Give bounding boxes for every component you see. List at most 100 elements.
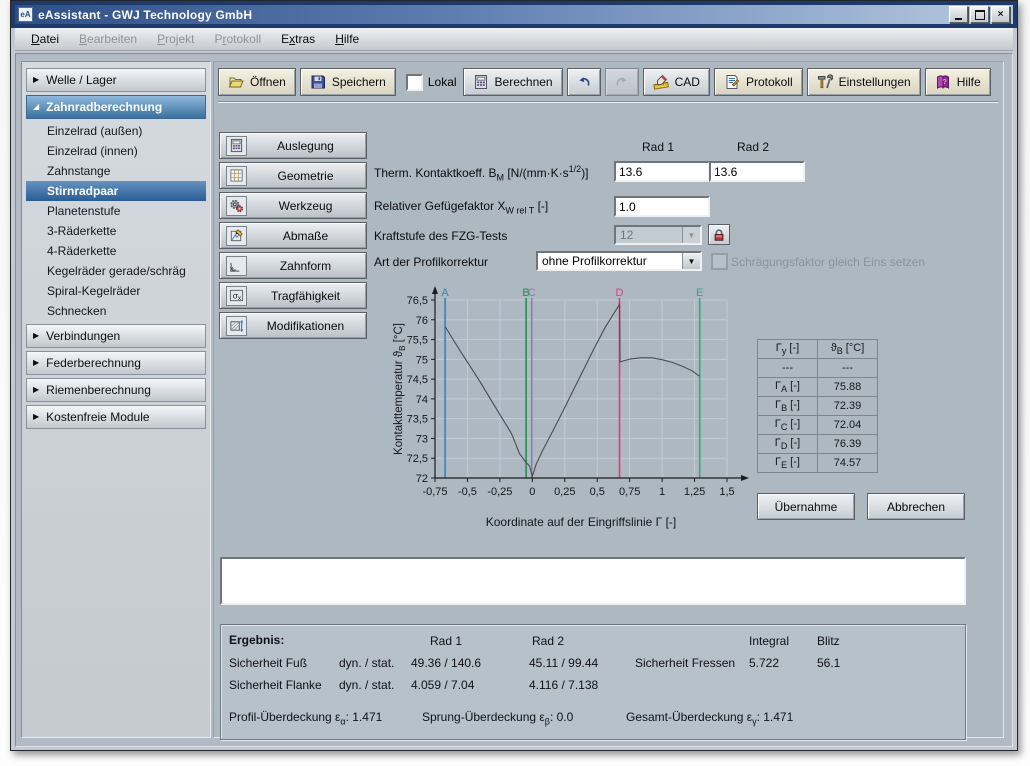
svg-text:?: ?: [942, 79, 946, 86]
tolerances-pencil-icon: [230, 229, 243, 242]
toolbar-checkbox-lokal[interactable]: Lokal: [405, 73, 457, 91]
section-button-werkzeug[interactable]: Werkzeug: [219, 192, 367, 219]
sidebar-item-schnecken[interactable]: Schnecken: [26, 301, 206, 321]
svg-text:74,5: 74,5: [407, 374, 428, 386]
sidebar-item-spiral-kegelräder[interactable]: Spiral-Kegelräder: [26, 281, 206, 301]
toolbar-button-undo[interactable]: [566, 68, 601, 96]
gamma-table-placeholder-row: --- ---: [757, 358, 878, 378]
menu-datei[interactable]: Datei: [21, 30, 69, 48]
checkbox-icon[interactable]: [405, 73, 423, 91]
sidebar-item-einzelrad-innen[interactable]: Einzelrad (innen): [26, 141, 206, 161]
sidebar-item-kegelräder-gerade-schräg[interactable]: Kegelräder gerade/schräg: [26, 261, 206, 281]
sidebar-item-4-räderkette[interactable]: 4-Räderkette: [26, 241, 206, 261]
toolbar-button-berechnen[interactable]: Berechnen: [462, 68, 563, 96]
sidebar-item-label: Stirnradpaar: [47, 184, 119, 198]
close-button[interactable]: ×: [991, 6, 1010, 23]
svg-text:75,5: 75,5: [407, 335, 428, 347]
section-button-geometrie[interactable]: Geometrie: [219, 162, 367, 189]
sidebar-category-label: Kostenfreie Module: [46, 410, 150, 424]
open-folder-icon: [228, 77, 244, 88]
svg-text:72,5: 72,5: [407, 453, 428, 465]
results-header-rad1: Rad 1: [430, 634, 463, 648]
sidebar-item-label: Einzelrad (außen): [47, 124, 143, 138]
toolbar-button-protokoll[interactable]: Protokoll: [713, 68, 803, 96]
menu-extras[interactable]: Extras: [271, 30, 325, 48]
sidebar-category-riemenberechnung[interactable]: ▶ Riemenberechnung: [26, 378, 206, 402]
apply-button[interactable]: Übernahme: [757, 493, 855, 520]
minimize-button[interactable]: [949, 6, 968, 23]
toolbar: Öffnen Speichern Lokal Berechnen CAD Protokol…: [218, 67, 995, 97]
structural-factor-input[interactable]: [614, 196, 710, 217]
sidebar-category-label: Welle / Lager: [46, 73, 117, 87]
thermal-contact-rad2-input[interactable]: [709, 161, 805, 182]
results-title: Ergebnis:: [229, 633, 285, 647]
sidebar-navigation: ▶ Welle / Lager ◢ Zahnradberechnung Einzelra…: [21, 61, 211, 738]
sidebar-item-stirnradpaar[interactable]: Stirnradpaar: [26, 181, 206, 201]
toolbar-button-öffnen[interactable]: Öffnen: [218, 68, 296, 96]
dropdown-arrow-icon: ▼: [682, 227, 700, 243]
sidebar-item-label: 3-Räderkette: [47, 224, 117, 238]
svg-text:1,5: 1,5: [719, 486, 734, 498]
menu-bar: Datei Bearbeiten Projekt Protokoll Extras Hil…: [15, 28, 1013, 51]
redo-icon: [616, 77, 627, 86]
fzg-load-stage-label: Kraftstufe des FZG-Tests: [374, 229, 508, 243]
sidebar-category-verbindungen[interactable]: ▶ Verbindungen: [26, 324, 206, 348]
geometry-grid-icon: [230, 169, 243, 182]
svg-text:D: D: [616, 287, 624, 299]
column-header-rad1: Rad 1: [641, 140, 675, 154]
section-button-modifikationen[interactable]: Modifikationen: [219, 312, 367, 339]
sidebar-category-welle-lager[interactable]: ▶ Welle / Lager: [26, 68, 206, 92]
fzg-lock-button[interactable]: [708, 224, 730, 245]
gamma-table-header-row: Γy [-] ϑB [°C]: [757, 339, 878, 359]
design-calculator-icon: [230, 138, 243, 153]
toolbar-button-einstellungen[interactable]: Einstellungen: [806, 68, 921, 96]
section-button-zahnform[interactable]: Zahnform: [219, 252, 367, 279]
svg-text:-0,5: -0,5: [458, 486, 477, 498]
sidebar-category-label: Riemenberechnung: [46, 383, 151, 397]
sidebar-item-label: Kegelräder gerade/schräg: [47, 264, 186, 278]
main-panel: Öffnen Speichern Lokal Berechnen CAD Protokol…: [213, 61, 1004, 740]
gamma-table-row-a: ΓA [-] 75.88: [757, 377, 878, 397]
sidebar-item-label: Schnecken: [47, 304, 107, 318]
menu-bearbeiten: Bearbeiten: [79, 32, 138, 46]
sidebar-category-label: Zahnradberechnung: [46, 100, 163, 114]
toolbar-button-label: Hilfe: [956, 75, 981, 89]
section-button-abmaße[interactable]: Abmaße: [219, 222, 367, 249]
sidebar-item-3-räderkette[interactable]: 3-Räderkette: [26, 221, 206, 241]
menu-hilfe[interactable]: Hilfe: [325, 30, 369, 48]
svg-text:75: 75: [416, 354, 428, 366]
maximize-button[interactable]: [970, 6, 989, 23]
sidebar-category-federberechnung[interactable]: ▶ Federberechnung: [26, 351, 206, 375]
gamma-table-row-b: ΓB [-] 72.39: [757, 396, 878, 416]
scuffing-safety-label: Sicherheit Fressen: [635, 656, 736, 670]
sidebar-item-planetenstufe[interactable]: Planetenstufe: [26, 201, 206, 221]
toolbar-button-label: Berechnen: [494, 75, 553, 89]
svg-text:72: 72: [416, 473, 428, 485]
tool-gears-icon: [230, 199, 243, 213]
section-button-label: Zahnform: [279, 258, 332, 273]
section-button-tragfähigkeit[interactable]: σ x Tragfähigkeit: [219, 282, 367, 309]
total-overlap-value: Gesamt-Überdeckung εγ: 1.471: [626, 710, 794, 727]
title-bar[interactable]: eA eAssistant - GWJ Technology GmbH ×: [15, 5, 1013, 24]
sidebar-category-zahnradberechnung[interactable]: ◢ Zahnradberechnung: [26, 95, 206, 119]
load-capacity-sigma-icon: σx: [229, 289, 244, 302]
sidebar-category-kostenfreie-module[interactable]: ▶ Kostenfreie Module: [26, 405, 206, 429]
toolbar-button-hilfe[interactable]: ? Hilfe: [924, 68, 991, 96]
thermal-contact-rad1-input[interactable]: [614, 161, 710, 182]
sidebar-item-zahnstange[interactable]: Zahnstange: [26, 161, 206, 181]
cancel-button[interactable]: Abbrechen: [867, 493, 965, 520]
toolbar-button-label: Protokoll: [745, 75, 793, 89]
sidebar-item-label: Einzelrad (innen): [47, 144, 138, 158]
screenshot-stage: eA eAssistant - GWJ Technology GmbH × Da…: [0, 0, 1030, 766]
profile-correction-dropdown[interactable]: ohne Profilkorrektur ▼: [536, 251, 702, 271]
toolbar-button-speichern[interactable]: Speichern: [299, 68, 396, 96]
jump-overlap-value: Sprung-Überdeckung εβ: 0.0: [422, 710, 574, 727]
sidebar-item-einzelrad-außen[interactable]: Einzelrad (außen): [26, 121, 206, 141]
gamma-table-row-d: ΓD [-] 76.39: [757, 434, 878, 454]
lock-icon: [714, 228, 724, 241]
toolbar-button-cad[interactable]: CAD: [642, 68, 710, 96]
section-button-auslegung[interactable]: Auslegung: [219, 132, 367, 159]
section-button-label: Auslegung: [277, 138, 334, 153]
svg-text:0,5: 0,5: [590, 486, 605, 498]
sidebar-item-label: Zahnstange: [47, 164, 111, 178]
